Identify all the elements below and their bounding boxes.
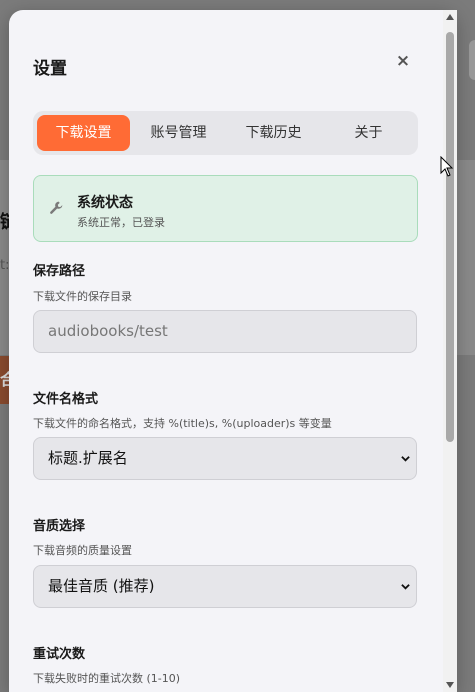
- chevron-down-icon: [401, 456, 410, 462]
- scroll-up-arrow-icon[interactable]: [446, 14, 454, 20]
- tab-download-history[interactable]: 下载历史: [227, 115, 320, 151]
- filename-format-label: 文件名格式: [33, 392, 99, 407]
- filename-format-description: 下载文件的命名格式，支持 %(title)s, %(uploader)s 等变量: [33, 417, 332, 430]
- status-subtitle: 系统正常，已登录: [77, 216, 165, 229]
- scrollbar-thumb[interactable]: [446, 32, 454, 442]
- tab-account-management[interactable]: 账号管理: [132, 115, 225, 151]
- retries-label: 重试次数: [33, 647, 86, 662]
- quality-value: 最佳音质 (推荐): [48, 577, 155, 595]
- tab-about[interactable]: 关于: [322, 115, 415, 151]
- save-path-label: 保存路径: [33, 264, 86, 279]
- background-edge-element: [469, 40, 475, 80]
- chevron-down-icon: [401, 584, 410, 590]
- status-title: 系统状态: [77, 195, 133, 211]
- filename-format-value: 标题.扩展名: [48, 449, 128, 467]
- quality-description: 下载音频的质量设置: [33, 544, 132, 557]
- save-path-description: 下载文件的保存目录: [33, 290, 132, 303]
- mouse-cursor-icon: [440, 156, 454, 177]
- modal-scrollbar[interactable]: [443, 10, 457, 692]
- settings-tabs: 下载设置 账号管理 下载历史 关于: [33, 111, 418, 155]
- wrench-icon: [50, 201, 63, 214]
- save-path-input[interactable]: audiobooks/test: [33, 310, 417, 353]
- filename-format-select[interactable]: 标题.扩展名: [33, 437, 417, 480]
- close-button[interactable]: ×: [394, 52, 412, 70]
- tab-download-settings[interactable]: 下载设置: [37, 115, 130, 151]
- settings-modal: 设置 × 下载设置 账号管理 下载历史 关于 系统状态 系统正常，已登录 保存路…: [9, 10, 457, 692]
- system-status-card: 系统状态 系统正常，已登录: [33, 175, 418, 242]
- scroll-down-arrow-icon[interactable]: [446, 682, 454, 688]
- quality-select[interactable]: 最佳音质 (推荐): [33, 565, 417, 608]
- modal-title: 设置: [33, 59, 67, 79]
- quality-label: 音质选择: [33, 519, 86, 534]
- retries-description: 下载失败时的重试次数 (1-10): [33, 672, 181, 685]
